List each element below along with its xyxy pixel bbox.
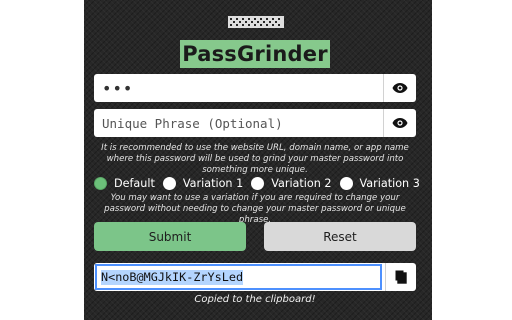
copy-button[interactable] [385,263,416,291]
eye-icon [392,83,408,93]
variation-option-1[interactable]: Variation 1 [162,176,244,190]
generated-password-output[interactable]: N<noB@MGJkIK-ZrYsLed [95,264,382,290]
eye-icon [392,118,408,128]
logo-icon [228,16,284,28]
app-title: PassGrinder [180,40,330,68]
phrase-help-text: It is recommended to use the website URL… [101,143,409,175]
show-password-button[interactable] [383,74,416,102]
reset-button[interactable]: Reset [264,222,416,251]
generated-password-text: N<noB@MGJkIK-ZrYsLed [101,269,244,285]
copy-icon [395,270,407,284]
variation-label: Variation 3 [359,176,420,190]
variation-label: Variation 1 [182,176,244,190]
generated-password-field: N<noB@MGJkIK-ZrYsLed [94,263,416,291]
variation-option-3[interactable]: Variation 3 [339,176,420,190]
submit-button[interactable]: Submit [94,222,246,251]
unique-phrase-input[interactable] [94,109,376,137]
master-password-field [94,74,416,102]
variation-option-default[interactable]: Default [94,176,155,190]
master-password-input[interactable] [94,74,376,102]
radio-icon[interactable] [162,176,176,190]
radio-selected-icon[interactable] [94,176,107,190]
copy-status-text: Copied to the clipboard! [194,294,316,305]
radio-icon[interactable] [339,176,353,190]
variation-radio-group: Default Variation 1 Variation 2 Variatio… [94,174,424,192]
radio-icon[interactable] [251,176,265,190]
variation-label: Variation 2 [271,176,332,190]
unique-phrase-field [94,109,416,137]
show-phrase-button[interactable] [383,109,416,137]
variation-label: Default [114,176,155,190]
variation-option-2[interactable]: Variation 2 [251,176,332,190]
